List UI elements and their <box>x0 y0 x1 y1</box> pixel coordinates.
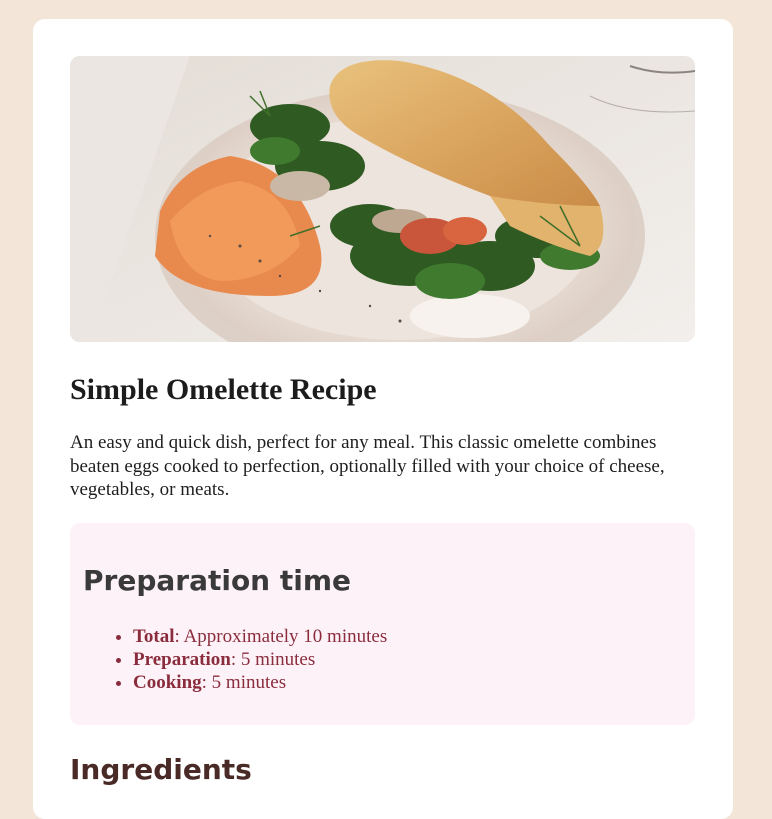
list-item: Cooking: 5 minutes <box>133 671 387 694</box>
recipe-title: Simple Omelette Recipe <box>70 373 377 406</box>
ingredients-heading: Ingredients <box>70 753 252 786</box>
preparation-item-value: : 5 minutes <box>201 672 287 693</box>
omelette-image <box>70 56 695 342</box>
preparation-list: Total: Approximately 10 minutes Preparat… <box>133 625 387 694</box>
preparation-item-label: Total <box>133 626 175 647</box>
recipe-description: An easy and quick dish, perfect for any … <box>70 432 665 500</box>
recipe-image <box>70 56 695 342</box>
list-item: Preparation: 5 minutes <box>133 648 387 671</box>
preparation-item-value: : 5 minutes <box>230 649 316 670</box>
preparation-time-section: Preparation time Total: Approximately 10… <box>70 523 695 725</box>
preparation-item-label: Cooking <box>133 672 202 693</box>
preparation-heading: Preparation time <box>83 564 352 597</box>
preparation-item-value: : Approximately 10 minutes <box>174 626 388 647</box>
list-item: Total: Approximately 10 minutes <box>133 625 387 648</box>
recipe-card: Simple Omelette Recipe An easy and quick… <box>33 19 733 819</box>
preparation-item-label: Preparation <box>133 649 231 670</box>
